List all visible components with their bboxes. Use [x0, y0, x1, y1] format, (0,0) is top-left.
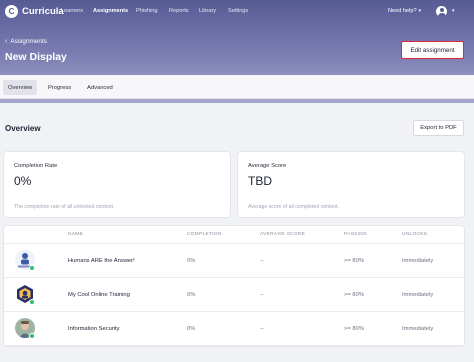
table-row[interactable]: Humans ARE the Answer! 0% -- >= 80% Imme… — [4, 244, 464, 278]
tab-advanced[interactable]: Advanced — [82, 80, 118, 95]
nav-item-assignments[interactable]: Assignments — [93, 8, 128, 14]
nav-item-library[interactable]: Library — [199, 8, 216, 14]
stat-label: Average Score — [248, 163, 287, 169]
tab-bar: Overview Progress Advanced — [0, 75, 474, 99]
chevron-left-icon: ‹ — [5, 38, 8, 45]
user-icon-body — [437, 13, 446, 17]
passing-value: >= 80% — [344, 292, 364, 298]
column-header-completion: COMPLETION — [187, 232, 222, 237]
unlocks-value: Immediately — [402, 258, 434, 264]
help-menu[interactable]: Need help? ▾ — [388, 8, 421, 14]
nav-item-phishing[interactable]: Phishing — [136, 8, 157, 14]
course-name[interactable]: Humans ARE the Answer! — [68, 258, 135, 264]
average-score-value: -- — [260, 326, 264, 332]
back-link-label: Assignments — [10, 38, 47, 45]
chevron-down-icon[interactable]: ▾ — [452, 8, 455, 14]
stat-value: TBD — [248, 174, 272, 188]
course-name[interactable]: Information Security — [68, 326, 120, 332]
edit-assignment-button[interactable]: Edit assignment — [401, 41, 464, 59]
stat-description: The completion rate of all unlocked cont… — [14, 204, 115, 210]
breadcrumb[interactable]: ‹ Assignments — [5, 38, 47, 45]
app-logo[interactable]: C Curricula — [5, 5, 64, 18]
column-header-unlocks: UNLOCKS — [402, 232, 428, 237]
section-title: Overview — [5, 124, 41, 133]
status-dot — [29, 265, 35, 271]
page-title: New Display — [5, 51, 67, 63]
stat-card-average-score: Average Score TBD Average score of all c… — [238, 152, 464, 217]
nav-item-learners[interactable]: Learners — [61, 8, 83, 14]
unlocks-value: Immediately — [402, 292, 434, 298]
stat-value: 0% — [14, 174, 32, 188]
table-header: NAME COMPLETION AVERAGE SCORE PASSING UN… — [4, 226, 464, 244]
course-name[interactable]: My Cool Online Training — [68, 292, 130, 298]
app-name: Curricula — [22, 6, 64, 17]
export-pdf-button[interactable]: Export to PDF — [413, 120, 464, 136]
column-header-average-score: AVERAGE SCORE — [260, 232, 306, 237]
user-avatar[interactable] — [436, 6, 447, 17]
completion-value: 0% — [187, 292, 196, 298]
help-label: Need help? — [388, 8, 417, 14]
completion-value: 0% — [187, 258, 196, 264]
passing-value: >= 80% — [344, 258, 364, 264]
completion-value: 0% — [187, 326, 196, 332]
table-row[interactable]: My Cool Online Training 0% -- >= 80% Imm… — [4, 278, 464, 312]
content-table: NAME COMPLETION AVERAGE SCORE PASSING UN… — [4, 226, 464, 346]
table-row[interactable]: Information Security 0% -- >= 80% Immedi… — [4, 312, 464, 346]
average-score-value: -- — [260, 258, 264, 264]
nav-item-settings[interactable]: Settings — [228, 8, 248, 14]
curricula-logo-icon: C — [5, 5, 18, 18]
passing-value: >= 80% — [344, 326, 364, 332]
stat-card-completion: Completion Rate 0% The completion rate o… — [4, 152, 230, 217]
column-header-name: NAME — [68, 232, 84, 237]
stat-description: Average score of all completed content. — [248, 204, 340, 210]
top-nav: C Curricula Learners Assignments Phishin… — [0, 0, 474, 24]
column-header-passing: PASSING — [344, 232, 368, 237]
tab-overview[interactable]: Overview — [3, 80, 38, 95]
status-dot — [29, 333, 35, 339]
stat-label: Completion Rate — [14, 163, 58, 169]
status-dot — [29, 299, 35, 305]
average-score-value: -- — [260, 292, 264, 298]
unlocks-value: Immediately — [402, 326, 434, 332]
nav-item-reports[interactable]: Reports — [169, 8, 189, 14]
chevron-down-icon: ▾ — [418, 8, 422, 14]
user-icon — [439, 8, 444, 12]
tab-progress[interactable]: Progress — [43, 80, 76, 95]
